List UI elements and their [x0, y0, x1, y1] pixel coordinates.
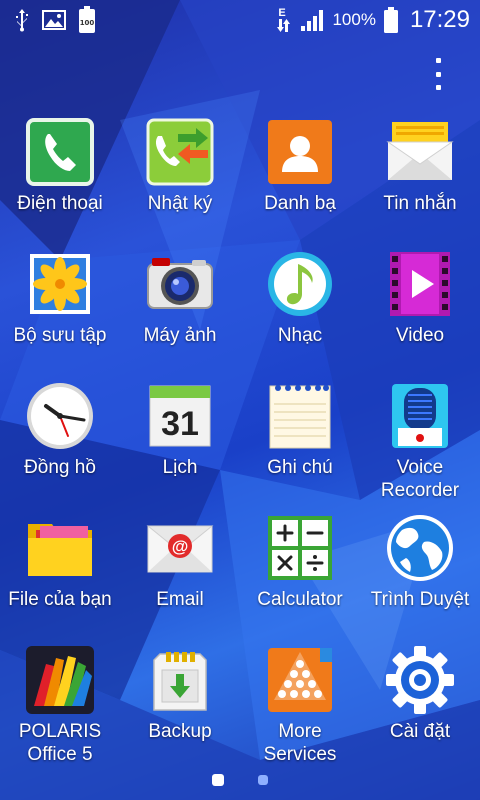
call-log-icon	[144, 116, 216, 188]
app-label: Calculator	[257, 589, 343, 610]
app-label: Lịch	[162, 457, 198, 478]
app-label: Video	[395, 325, 445, 346]
clock-icon	[24, 380, 96, 452]
app-label: Máy ảnh	[143, 325, 217, 346]
app-label: Đồng hồ	[24, 457, 96, 478]
app-backup[interactable]: Backup	[120, 638, 240, 770]
app-calculator[interactable]: Calculator	[240, 506, 360, 638]
status-bar: 100 E 100% 17:29	[0, 0, 480, 40]
app-label: POLARIS Office 5	[18, 721, 102, 765]
app-label: File của bạn	[8, 589, 112, 610]
calculator-icon	[264, 512, 336, 584]
app-label: More Services	[263, 721, 337, 765]
app-more-services[interactable]: More Services	[240, 638, 360, 770]
signal-strength-icon	[300, 8, 324, 32]
battery-note-text: 100	[80, 19, 95, 27]
system-icons: E 100% 17:29	[276, 6, 470, 34]
usb-icon	[14, 8, 30, 32]
app-label: Backup	[148, 721, 212, 742]
app-label: Email	[156, 589, 204, 610]
music-icon	[264, 248, 336, 320]
app-gallery[interactable]: Bộ sưu tập	[0, 242, 120, 374]
messages-icon	[384, 116, 456, 188]
voice-recorder-icon	[384, 380, 456, 452]
backup-icon	[144, 644, 216, 716]
status-clock: 17:29	[409, 6, 470, 33]
app-phone[interactable]: Điện thoại	[0, 110, 120, 242]
browser-globe-icon	[384, 512, 456, 584]
app-browser[interactable]: Trình Duyệt	[360, 506, 480, 638]
gallery-icon	[24, 248, 96, 320]
app-contacts[interactable]: Danh bạ	[240, 110, 360, 242]
app-label: Điện thoại	[17, 193, 103, 214]
page-dot-1[interactable]	[212, 774, 224, 786]
app-label: Cài đặt	[389, 721, 451, 742]
app-calendar[interactable]: 31 Lịch	[120, 374, 240, 506]
overflow-menu-icon[interactable]	[432, 58, 444, 90]
settings-gear-icon	[384, 644, 456, 716]
gallery-notification-icon	[42, 10, 66, 30]
app-call-log[interactable]: Nhật ký	[120, 110, 240, 242]
network-type-label: E	[279, 7, 286, 19]
app-label: Tin nhắn	[383, 193, 457, 214]
app-clock[interactable]: Đồng hồ	[0, 374, 120, 506]
app-label: Danh bạ	[264, 193, 336, 214]
app-messages[interactable]: Tin nhắn	[360, 110, 480, 242]
app-settings[interactable]: Cài đặt	[360, 638, 480, 770]
battery-full-notification-icon: 100	[78, 6, 96, 34]
app-label: Ghi chú	[267, 457, 333, 478]
contacts-icon	[264, 116, 336, 188]
email-icon: @	[144, 512, 216, 584]
app-polaris-office[interactable]: POLARIS Office 5	[0, 638, 120, 770]
video-icon	[384, 248, 456, 320]
app-label: Bộ sưu tập	[13, 325, 107, 346]
calendar-icon: 31	[144, 380, 216, 452]
app-music[interactable]: Nhạc	[240, 242, 360, 374]
notes-icon	[264, 380, 336, 452]
camera-icon	[144, 248, 216, 320]
app-email[interactable]: @ Email	[120, 506, 240, 638]
app-voice-recorder[interactable]: Voice Recorder	[360, 374, 480, 506]
battery-percent: 100%	[332, 10, 376, 29]
svg-text:@: @	[172, 537, 189, 556]
app-camera[interactable]: Máy ảnh	[120, 242, 240, 374]
app-my-files[interactable]: File của bạn	[0, 506, 120, 638]
app-notes[interactable]: Ghi chú	[240, 374, 360, 506]
calendar-day-number: 31	[161, 405, 199, 443]
app-grid: Điện thoại Nhật ký Danh bạ Tin nhắn Bộ s…	[0, 110, 480, 770]
app-label: Voice Recorder	[380, 457, 460, 501]
app-label: Nhật ký	[147, 193, 213, 214]
more-services-icon	[264, 644, 336, 716]
edge-data-icon: E	[276, 6, 292, 34]
notification-icons: 100	[14, 6, 96, 34]
folder-icon	[24, 512, 96, 584]
page-indicator	[0, 772, 480, 788]
app-label: Trình Duyệt	[370, 589, 470, 610]
polaris-office-icon	[24, 644, 96, 716]
battery-icon	[383, 7, 398, 33]
app-label: Nhạc	[277, 325, 323, 346]
page-dot-2[interactable]	[258, 775, 268, 785]
app-video[interactable]: Video	[360, 242, 480, 374]
phone-icon	[24, 116, 96, 188]
